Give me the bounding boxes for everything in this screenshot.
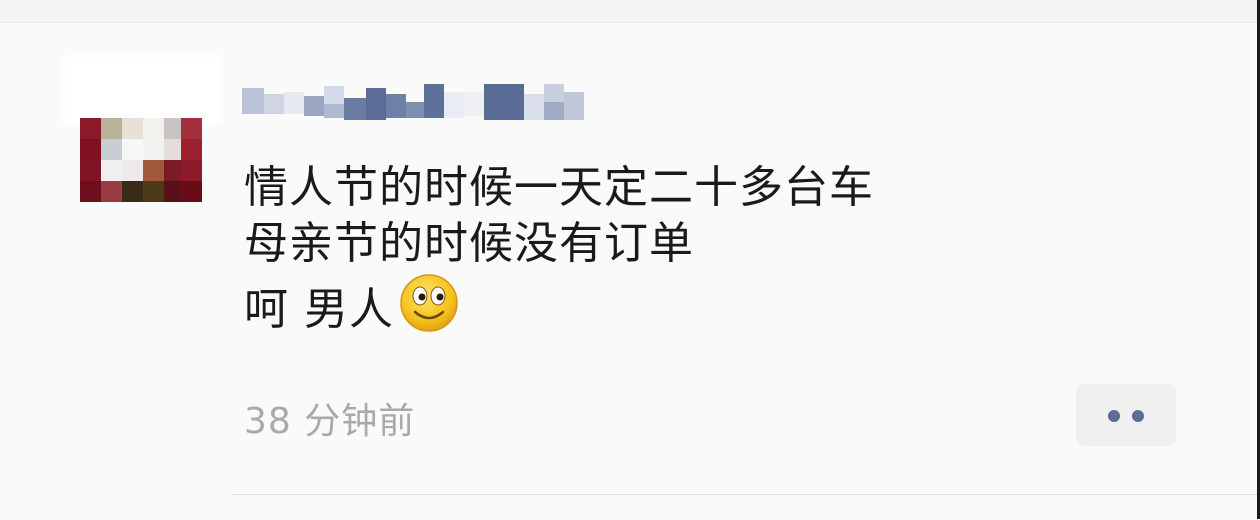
post-content: 情人节的时候一天定二十多台车 母亲节的时候没有订单 呵 男人 bbox=[244, 160, 1144, 335]
post-line-2: 母亲节的时候没有订单 bbox=[244, 218, 694, 269]
more-dots-icon-dot bbox=[1132, 410, 1144, 422]
post-timestamp: 38 分钟前 bbox=[244, 401, 416, 442]
post-line-1: 情人节的时候一天定二十多台车 bbox=[244, 162, 874, 213]
smiley-face-icon bbox=[400, 274, 458, 332]
post-line-3-text: 呵 男人 bbox=[244, 284, 394, 335]
more-actions-button[interactable] bbox=[1076, 384, 1176, 446]
avatar[interactable] bbox=[80, 118, 202, 202]
divider bbox=[232, 494, 1260, 495]
more-dots-icon bbox=[1108, 410, 1120, 422]
username-censored[interactable] bbox=[242, 84, 587, 124]
avatar-censor-blur bbox=[62, 55, 222, 125]
post-line-3: 呵 男人 bbox=[244, 272, 1144, 335]
top-area bbox=[0, 0, 1260, 22]
